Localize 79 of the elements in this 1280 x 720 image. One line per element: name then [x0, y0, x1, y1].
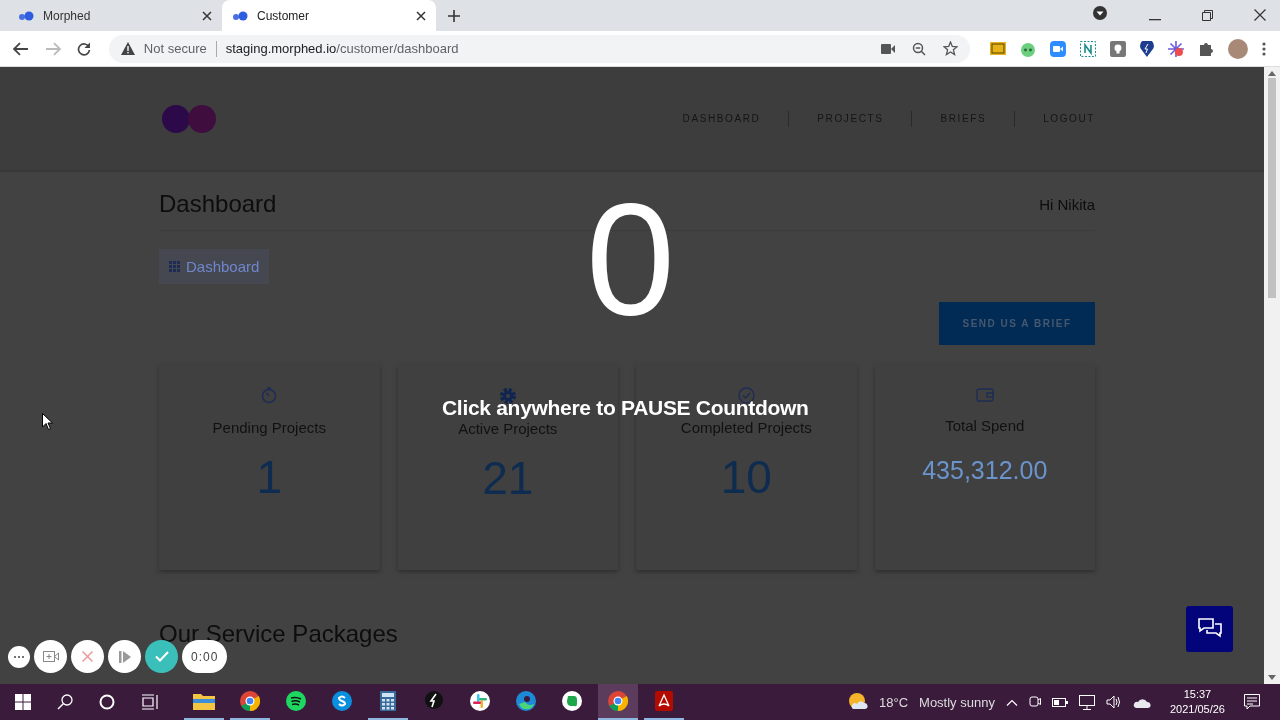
chrome-icon: [608, 691, 628, 711]
document-icon: [655, 691, 673, 711]
plus-icon[interactable]: [448, 10, 460, 22]
meet-icon[interactable]: [1028, 694, 1041, 710]
more-button[interactable]: [8, 645, 30, 668]
chrome-icon: [240, 691, 260, 711]
scroll-thumb[interactable]: [1268, 78, 1276, 298]
check-icon: [154, 651, 169, 662]
restore-icon[interactable]: [1202, 10, 1213, 21]
scroll-down-icon[interactable]: [1268, 675, 1276, 680]
robot-icon[interactable]: [1020, 40, 1037, 57]
search-icon[interactable]: [57, 694, 73, 710]
calculator-icon: [380, 691, 396, 711]
network-icon[interactable]: [1078, 694, 1095, 710]
chat-button[interactable]: [1186, 606, 1233, 652]
wallet-icon: [975, 387, 994, 402]
folder-icon[interactable]: [990, 42, 1007, 55]
finish-button[interactable]: [145, 640, 178, 673]
countdown-number: 0: [586, 179, 675, 339]
start-icon[interactable]: [15, 694, 31, 710]
back-icon[interactable]: [13, 41, 29, 56]
volume-icon[interactable]: [1105, 695, 1122, 709]
dropdown-icon[interactable]: [1092, 5, 1108, 21]
edge-icon: [516, 691, 536, 711]
music-icon: [286, 691, 306, 711]
task-view-icon[interactable]: [141, 694, 159, 710]
browser-tab[interactable]: Customer: [222, 0, 436, 31]
stat-value: 435,312.00: [922, 456, 1048, 485]
address-bar[interactable]: Not secure staging.morphed.io/customer/dashboard: [108, 34, 971, 63]
countdown-hint[interactable]: Click anywhere to PAUSE Countdown: [442, 396, 809, 420]
clock-date[interactable]: 2021/05/26: [1169, 702, 1225, 717]
camera-button[interactable]: [34, 640, 67, 673]
minimize-icon[interactable]: [1149, 19, 1161, 21]
weather-icon[interactable]: [848, 692, 868, 712]
star-icon[interactable]: [943, 41, 959, 56]
pin-icon[interactable]: [1140, 40, 1155, 57]
cortana-icon[interactable]: [99, 694, 115, 710]
extension-icon[interactable]: [1080, 40, 1097, 57]
burst-icon[interactable]: [1168, 40, 1185, 57]
zoom-out-icon[interactable]: [912, 41, 927, 56]
chevron-up-icon[interactable]: [1005, 698, 1018, 706]
close-icon[interactable]: [202, 10, 212, 21]
cursor-icon: [42, 413, 53, 430]
chat-icon: [1197, 618, 1222, 640]
video-icon[interactable]: [1050, 40, 1067, 57]
more-icon: [14, 655, 24, 658]
camera-icon: [42, 651, 59, 662]
avatar-icon[interactable]: [1228, 38, 1248, 59]
clock-time[interactable]: 15:37: [1183, 687, 1212, 702]
grid-icon: [169, 261, 180, 272]
battery-icon[interactable]: [1051, 697, 1068, 707]
menu-icon[interactable]: [1262, 41, 1266, 56]
camera-icon[interactable]: [881, 43, 896, 54]
slack-icon: [470, 691, 490, 711]
close-icon: [82, 651, 93, 662]
scroll-up-icon[interactable]: [1268, 71, 1276, 76]
taskbar-app[interactable]: [598, 684, 638, 720]
skype-icon: [332, 691, 352, 711]
elephant-icon: [562, 691, 582, 711]
puzzle-icon[interactable]: [1198, 40, 1215, 57]
notifications-icon[interactable]: [1244, 694, 1260, 710]
cancel-button[interactable]: [71, 640, 104, 673]
timer-icon: [261, 387, 278, 404]
cloud-icon[interactable]: [1132, 696, 1151, 708]
browser-tab[interactable]: Morphed: [8, 0, 222, 31]
resume-button[interactable]: [108, 640, 141, 673]
play-icon: [118, 650, 131, 663]
bolt-icon: [425, 691, 443, 711]
warning-icon: [120, 42, 135, 55]
weather-text[interactable]: Mostly sunny: [919, 694, 995, 710]
close-icon[interactable]: [1254, 9, 1266, 21]
close-icon[interactable]: [416, 10, 426, 21]
temperature[interactable]: 18°C: [879, 694, 909, 710]
bulb-icon[interactable]: [1110, 40, 1127, 57]
dots-icon: [232, 10, 248, 21]
scrollbar[interactable]: [1264, 67, 1280, 684]
reload-icon[interactable]: [76, 41, 91, 56]
folder-icon: [193, 692, 215, 710]
dots-icon: [18, 10, 34, 21]
